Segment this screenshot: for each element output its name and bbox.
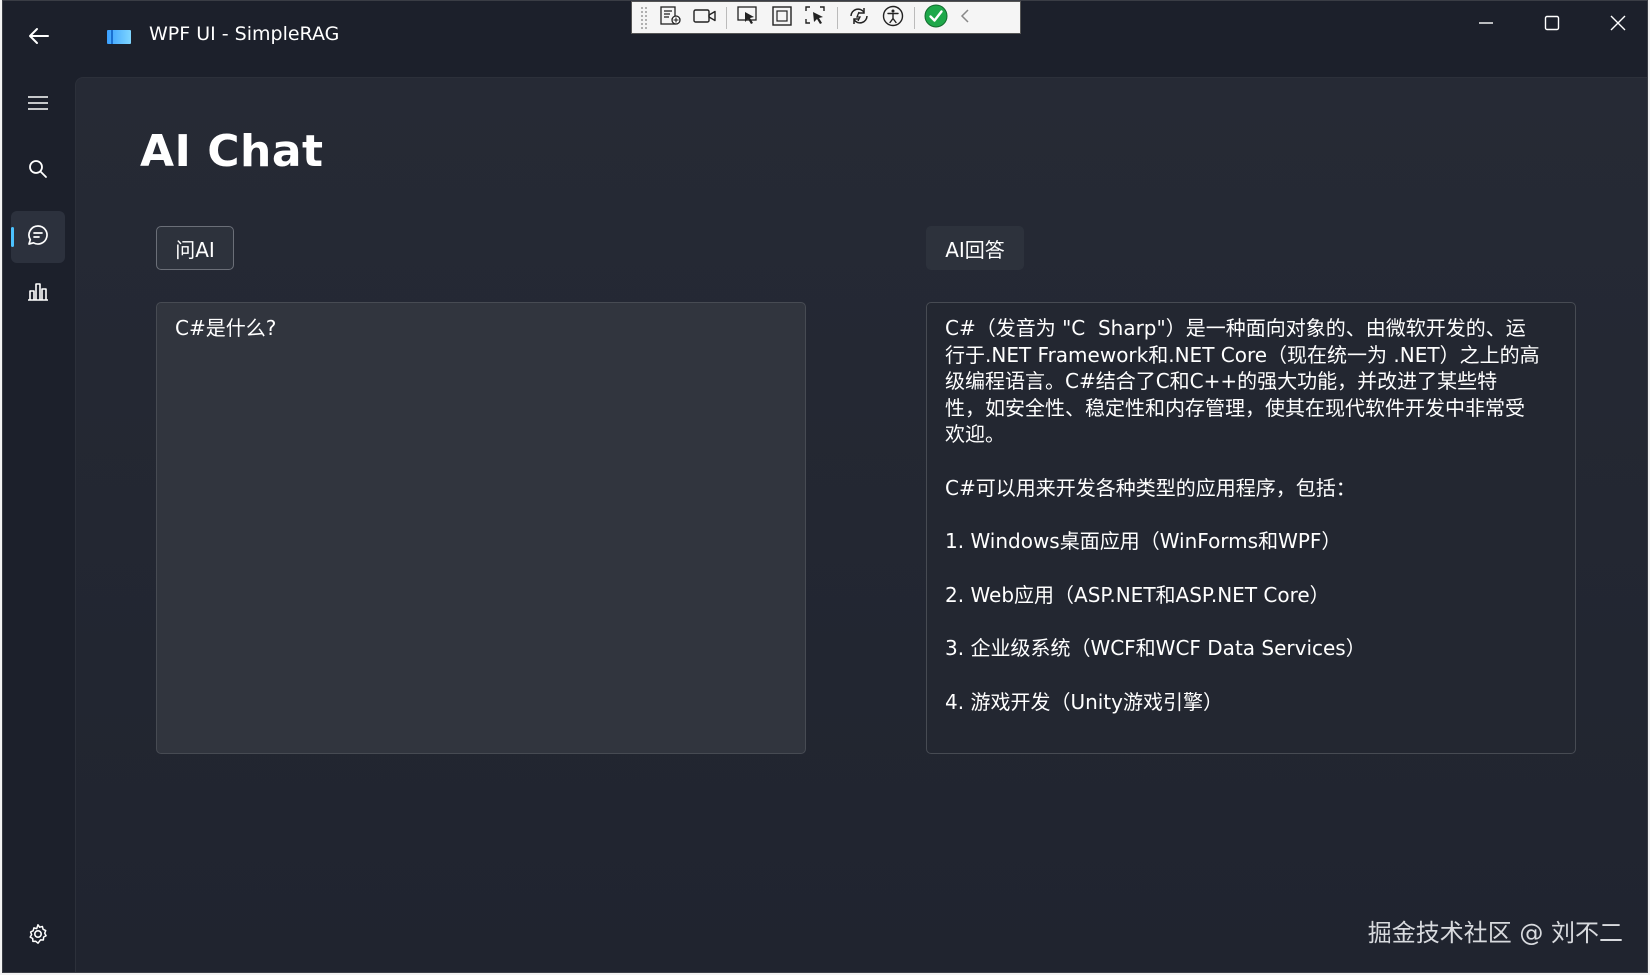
watermark-text: 掘金技术社区 @ 刘不二 [1367,919,1623,947]
live-visual-tree-button[interactable] [654,4,688,32]
status-ok-icon [923,3,949,33]
answer-paragraph-gap [945,608,1557,635]
answer-paragraph-gap [945,555,1557,582]
nav-menu-toggle[interactable] [11,79,65,131]
ask-ai-button[interactable]: 问AI [156,226,234,270]
answer-output[interactable]: C#（发音为 "C Sharp"）是一种面向对象的、由微软开发的、运 行于.NET… [926,302,1576,754]
binding-status-button[interactable] [919,4,953,32]
accessibility-checker-button[interactable] [876,4,910,32]
answer-line: 行于.NET Framework和.NET Core（现在统一为 .NET）之上… [945,342,1540,367]
answer-paragraph-gap [945,662,1557,689]
maximize-button[interactable] [1521,5,1583,45]
question-text: C#是什么? [175,316,277,340]
display-layout-adorners-button[interactable] [765,4,799,32]
track-focused-element-button[interactable] [799,4,833,32]
collapse-chevron-icon [960,8,970,28]
bar-chart-icon [27,281,49,305]
answer-line: 级编程语言。C#结合了C和C++的强大功能，并改进了某些特 [945,369,1498,393]
answer-line: 4. 游戏开发（Unity游戏引擎） [945,689,1223,714]
maximize-icon [1544,15,1560,35]
settings-gear-icon [27,923,49,949]
close-icon [1610,15,1626,35]
select-element-button[interactable] [731,4,765,32]
ai-answer-button[interactable]: AI回答 [926,226,1024,270]
question-input[interactable]: C#是什么? [156,302,806,754]
search-icon [28,159,48,183]
minimize-button[interactable] [1455,5,1517,45]
answer-line: 1. Windows桌面应用（WinForms和WPF） [945,529,1342,553]
select-element-icon [736,5,760,31]
toolbar-separator [914,6,915,29]
answer-line: 欢迎。 [945,422,1005,446]
debug-toolbar [631,1,1021,34]
hot-reload-button[interactable] [842,4,876,32]
answer-line: C#可以用来开发各种类型的应用程序，包括： [945,475,1356,500]
answer-line: 性，如安全性、稳定性和内存管理，使其在现代软件开发中非常受 [945,395,1525,420]
hamburger-menu-icon [28,95,48,115]
hot-reload-icon [847,5,871,31]
answer-paragraph-gap [945,448,1557,475]
nav-item-settings[interactable] [11,910,65,962]
nav-item-chat[interactable] [11,211,65,263]
close-button[interactable] [1587,5,1647,45]
accessibility-icon [882,5,904,31]
window-title: WPF UI - SimpleRAG [149,23,340,45]
nav-item-search[interactable] [11,145,65,197]
chat-icon [27,224,49,250]
navigation-rail [3,73,75,972]
nav-item-analytics[interactable] [11,267,65,319]
back-button[interactable] [19,21,59,55]
app-logo-icon [107,29,131,44]
main-content: AI Chat 问AI AI回答 C#是什么? C#（发音为 "C Sharp"… [75,77,1647,972]
arrow-left-icon [28,27,50,49]
app-window: WPF UI - SimpleRAG AI Chat 问AI AI回答 C#是什… [2,0,1648,973]
record-button[interactable] [688,4,722,32]
display-layout-adorners-icon [771,5,793,31]
live-visual-tree-icon [659,5,683,31]
toolbar-grip[interactable] [640,5,648,30]
answer-paragraph-gap [945,501,1557,528]
answer-line: 3. 企业级系统（WCF和WCF Data Services） [945,636,1366,660]
collapse-toolbar-button[interactable] [953,4,977,32]
page-title: AI Chat [140,126,324,177]
toolbar-separator [726,6,727,29]
track-focused-element-icon [804,5,828,31]
nav-active-indicator [11,227,14,247]
toolbar-separator [837,6,838,29]
answer-line: 2. Web应用（ASP.NET和ASP.NET Core） [945,582,1330,607]
record-icon [692,7,718,29]
minimize-icon [1478,15,1494,35]
answer-line: C#（发音为 "C Sharp"）是一种面向对象的、由微软开发的、运 [945,316,1526,340]
